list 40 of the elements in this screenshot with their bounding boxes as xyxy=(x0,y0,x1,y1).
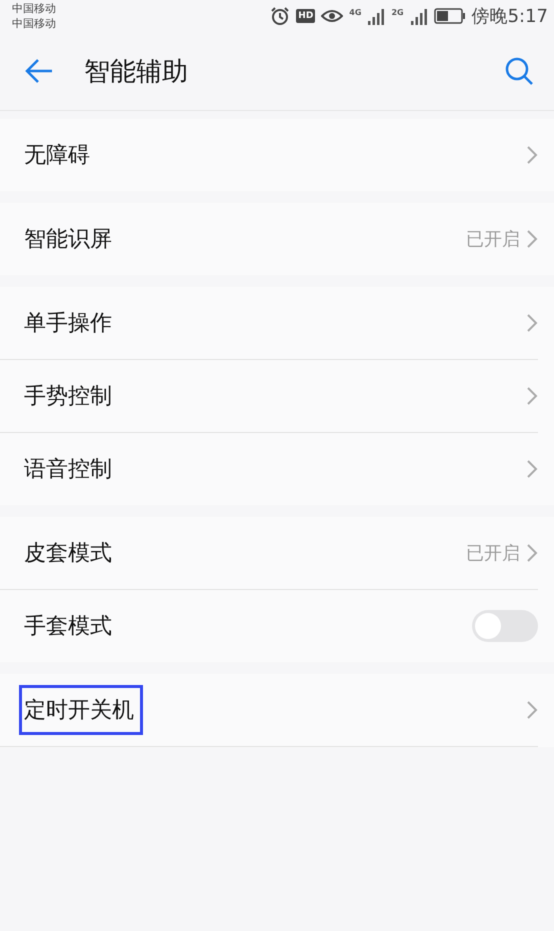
row-label: 皮套模式 xyxy=(24,540,112,568)
settings-row[interactable]: 手套模式 xyxy=(0,590,538,662)
row-label: 无障碍 xyxy=(24,142,90,170)
signal-icon xyxy=(410,7,428,25)
search-icon[interactable] xyxy=(504,56,534,86)
settings-row[interactable]: 定时开关机 xyxy=(0,674,538,747)
chevron-icon xyxy=(526,145,538,165)
status-value: 已开启 xyxy=(466,542,520,565)
battery-icon xyxy=(434,8,466,24)
carrier-name: 中国移动 xyxy=(12,1,57,16)
settings-row[interactable]: 单手操作 xyxy=(0,287,538,360)
network-label: 4G xyxy=(349,8,362,17)
chevron-icon xyxy=(526,386,538,406)
settings-row[interactable]: 无障碍 xyxy=(0,119,538,191)
chevron-icon xyxy=(526,229,538,249)
network-label: 2G xyxy=(391,8,404,17)
row-label: 智能识屏 xyxy=(24,226,112,254)
settings-row[interactable]: 语音控制 xyxy=(0,433,538,505)
clock-time: 傍晚5:17 xyxy=(472,5,548,28)
back-icon[interactable] xyxy=(24,58,54,84)
page-title: 智能辅助 xyxy=(84,56,189,88)
toggle-switch[interactable] xyxy=(472,610,538,642)
hd-badge: HD xyxy=(296,9,316,23)
eye-icon xyxy=(321,8,344,24)
row-label: 语音控制 xyxy=(24,456,112,484)
chevron-icon xyxy=(526,543,538,563)
chevron-icon xyxy=(526,313,538,333)
highlighted-label: 定时开关机 xyxy=(19,685,143,735)
signal-icon xyxy=(367,7,386,25)
alarm-icon xyxy=(270,6,290,26)
settings-row[interactable]: 智能识屏 已开启 xyxy=(0,203,538,275)
chevron-icon xyxy=(526,700,538,720)
carrier-name: 中国移动 xyxy=(12,16,57,31)
row-label: 手势控制 xyxy=(24,383,112,411)
row-label: 手套模式 xyxy=(24,613,112,641)
settings-row[interactable]: 手势控制 xyxy=(0,360,538,433)
row-label: 单手操作 xyxy=(24,310,112,338)
settings-row[interactable]: 皮套模式 已开启 xyxy=(0,517,538,590)
status-value: 已开启 xyxy=(466,228,520,251)
chevron-icon xyxy=(526,459,538,479)
